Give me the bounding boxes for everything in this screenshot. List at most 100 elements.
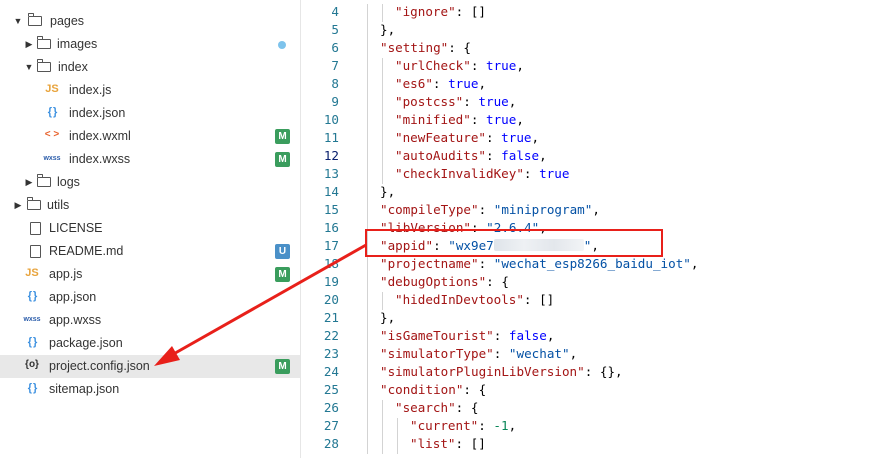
indent-guide xyxy=(367,130,368,148)
code-line[interactable]: 25 "condition": { xyxy=(301,382,879,400)
tree-item-label: index xyxy=(58,60,88,74)
chevron-right-icon[interactable]: ▶ xyxy=(13,199,23,211)
code-line[interactable]: 27 "current": -1, xyxy=(301,418,879,436)
folder-item-index[interactable]: ▼ index xyxy=(0,56,300,79)
chevron-down-icon[interactable]: ▼ xyxy=(13,15,23,27)
tree-item-label: app.js xyxy=(49,267,83,281)
indent-guide xyxy=(397,418,398,436)
line-number: 27 xyxy=(323,418,339,433)
wxml-file-icon: < > xyxy=(44,129,60,140)
indent-guide xyxy=(382,148,383,166)
code-line[interactable]: 15 "compileType": "miniprogram", xyxy=(301,202,879,220)
folder-item-pages[interactable]: ▼ pages xyxy=(0,10,300,33)
indent-guide xyxy=(367,22,368,40)
untracked-badge: U xyxy=(275,244,290,259)
config-file-icon: {o} xyxy=(25,359,39,370)
code-line[interactable]: 10 "minified": true, xyxy=(301,112,879,130)
file-item-index-wxml[interactable]: < > index.wxml M xyxy=(0,125,300,148)
code-line[interactable]: 18 "projectname": "wechat_esp8266_baidu_i… xyxy=(301,256,879,274)
file-item-sitemap-json[interactable]: { } sitemap.json xyxy=(0,378,300,401)
file-item-app-wxss[interactable]: wxss app.wxss xyxy=(0,309,300,332)
file-item-project-config-json[interactable]: {o} project.config.json M xyxy=(0,355,300,378)
code-line[interactable]: 24 "simulatorPluginLibVersion": {}, xyxy=(301,364,879,382)
line-number: 26 xyxy=(323,400,339,415)
tree-item-label: package.json xyxy=(49,336,123,350)
file-icon xyxy=(30,245,41,258)
tree-item-label: pages xyxy=(50,14,85,28)
indent-guide xyxy=(367,274,368,292)
indent-guide xyxy=(367,112,368,130)
code-line[interactable]: 26 "search": { xyxy=(301,400,879,418)
indent-guide xyxy=(367,202,368,220)
modified-badge: M xyxy=(275,267,290,282)
code-line[interactable]: 8 "es6": true, xyxy=(301,76,879,94)
line-number: 6 xyxy=(331,40,339,55)
code-text: "current": -1, xyxy=(410,418,517,433)
folder-item-utils[interactable]: ▶ utils xyxy=(0,194,300,217)
code-line[interactable]: 28 "list": [] xyxy=(301,436,879,454)
chevron-down-icon[interactable]: ▼ xyxy=(24,61,34,73)
file-item-package-json[interactable]: { } package.json xyxy=(0,332,300,355)
tree-item-label: app.json xyxy=(49,290,97,304)
json-file-icon: { } xyxy=(27,290,38,302)
file-icon xyxy=(30,222,41,235)
code-text: "isGameTourist": false, xyxy=(380,328,555,343)
indent-guide xyxy=(382,112,383,130)
code-line[interactable]: 4 "ignore": [] xyxy=(301,4,879,22)
wxss-file-icon: wxss xyxy=(23,316,41,323)
code-line[interactable]: 7 "urlCheck": true, xyxy=(301,58,879,76)
tree-item-label: utils xyxy=(47,198,70,212)
code-text: "setting": { xyxy=(380,40,471,55)
tree-item-label: index.js xyxy=(69,83,112,97)
code-text: "minified": true, xyxy=(395,112,524,127)
code-line[interactable]: 20 "hidedInDevtools": [] xyxy=(301,292,879,310)
tree-item-label: images xyxy=(57,37,98,51)
code-line[interactable]: 11 "newFeature": true, xyxy=(301,130,879,148)
file-item-app-js[interactable]: JS app.js M xyxy=(0,263,300,286)
line-number: 28 xyxy=(323,436,339,451)
code-text: "projectname": "wechat_esp8266_baidu_iot… xyxy=(380,256,699,271)
indent-guide xyxy=(367,436,368,454)
indent-guide xyxy=(367,382,368,400)
file-item-license[interactable]: LICENSE xyxy=(0,217,300,240)
file-item-index-js[interactable]: JS index.js xyxy=(0,79,300,102)
code-text: "debugOptions": { xyxy=(380,274,509,289)
code-text: "autoAudits": false, xyxy=(395,148,547,163)
code-line[interactable]: 5}, xyxy=(301,22,879,40)
indent-guide xyxy=(382,166,383,184)
code-text: "checkInvalidKey": true xyxy=(395,166,570,181)
code-line[interactable]: 19 "debugOptions": { xyxy=(301,274,879,292)
indent-guide xyxy=(367,400,368,418)
file-item-readme-md[interactable]: README.md U xyxy=(0,240,300,263)
line-number: 10 xyxy=(323,112,339,127)
indent-guide xyxy=(382,76,383,94)
json-file-icon: { } xyxy=(27,336,38,348)
code-line[interactable]: 6 "setting": { xyxy=(301,40,879,58)
code-line[interactable]: 23 "simulatorType": "wechat", xyxy=(301,346,879,364)
line-number: 24 xyxy=(323,364,339,379)
code-line[interactable]: 12 "autoAudits": false, xyxy=(301,148,879,166)
indent-guide xyxy=(367,256,368,274)
indent-guide xyxy=(367,418,368,436)
chevron-right-icon[interactable]: ▶ xyxy=(24,38,34,50)
code-line[interactable]: 21}, xyxy=(301,310,879,328)
code-line[interactable]: 9 "postcss": true, xyxy=(301,94,879,112)
code-text: "urlCheck": true, xyxy=(395,58,524,73)
folder-item-logs[interactable]: ▶ logs xyxy=(0,171,300,194)
change-dot-icon xyxy=(278,41,286,49)
file-item-app-json[interactable]: { } app.json xyxy=(0,286,300,309)
file-item-index-json[interactable]: { } index.json xyxy=(0,102,300,125)
line-number: 5 xyxy=(331,22,339,37)
line-number: 16 xyxy=(323,220,339,235)
code-line[interactable]: 14}, xyxy=(301,184,879,202)
code-text: }, xyxy=(380,310,396,325)
line-number: 13 xyxy=(323,166,339,181)
modified-badge: M xyxy=(275,359,290,374)
code-line[interactable]: 22 "isGameTourist": false, xyxy=(301,328,879,346)
code-text: "postcss": true, xyxy=(395,94,517,109)
line-number: 11 xyxy=(323,130,339,145)
code-line[interactable]: 13 "checkInvalidKey": true xyxy=(301,166,879,184)
file-item-index-wxss[interactable]: wxss index.wxss M xyxy=(0,148,300,171)
folder-item-images[interactable]: ▶ images xyxy=(0,33,300,56)
chevron-right-icon[interactable]: ▶ xyxy=(24,176,34,188)
